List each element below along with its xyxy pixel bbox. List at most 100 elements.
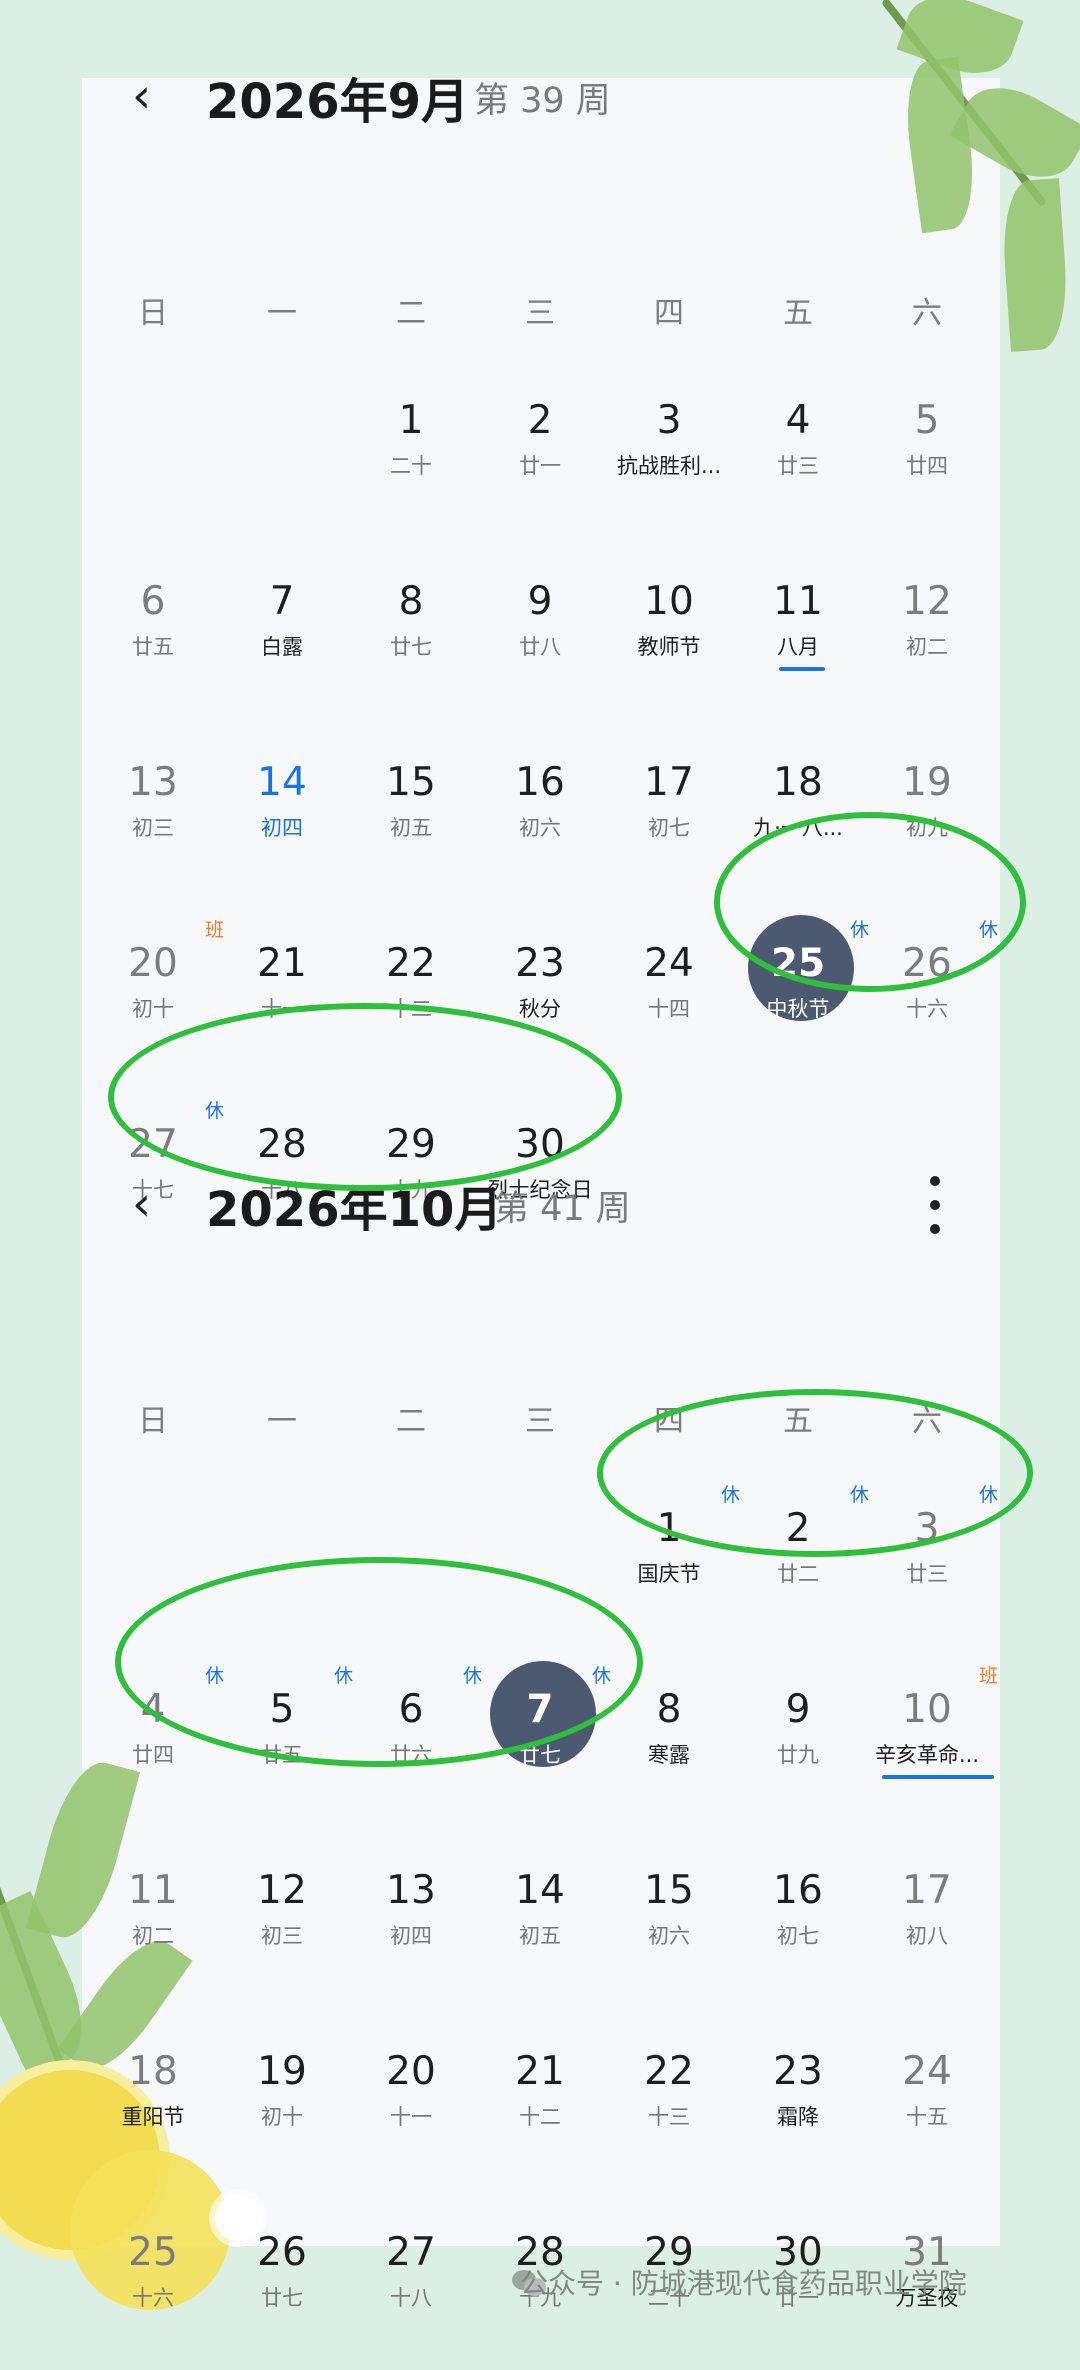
lunar-label: 初二 (906, 635, 948, 659)
day-cell[interactable]: 15 初六 (604, 1868, 734, 2008)
day-number: 2 (527, 398, 553, 443)
day-cell[interactable]: 9 廿九 (733, 1687, 863, 1827)
lunar-label: 廿九 (777, 1743, 819, 1767)
weekday-header: 三 (525, 296, 555, 331)
day-cell[interactable]: 17 初八 (862, 1868, 992, 2008)
lunar-label: 廿三 (906, 1562, 948, 1586)
lunar-label: 十一 (390, 2105, 432, 2129)
lunar-label: 十二 (519, 2105, 561, 2129)
week-number-label: 第 41 周 (494, 1189, 631, 1229)
highlight-annotation-ring (108, 1003, 622, 1191)
day-number: 18 (128, 2049, 178, 2094)
weekday-header: 一 (267, 1404, 297, 1439)
day-number: 9 (527, 579, 553, 624)
back-chevron-icon[interactable]: ‹ (132, 68, 151, 124)
day-number: 11 (128, 1868, 178, 1913)
lunar-label: 八月 (777, 635, 819, 659)
month-header: ‹ 2026年9月第 39 周 (0, 58, 1080, 138)
day-cell[interactable]: 17 初七 (604, 760, 734, 900)
lunar-label: 初六 (519, 816, 561, 840)
day-number: 18 (773, 760, 823, 805)
lunar-label: 廿五 (132, 635, 174, 659)
more-options-icon[interactable] (925, 1176, 945, 1236)
lunar-label: 抗战胜利... (616, 454, 722, 478)
lunar-label: 十六 (906, 997, 948, 1021)
day-cell[interactable]: 25 十六 (88, 2230, 218, 2370)
day-cell[interactable]: 1 二十 (346, 398, 476, 538)
day-cell[interactable]: 12 初二 (862, 579, 992, 719)
day-number: 1 (398, 398, 424, 443)
lunar-label: 初五 (390, 816, 432, 840)
weekday-header: 四 (654, 296, 684, 331)
day-number: 16 (515, 760, 565, 805)
day-cell[interactable]: 7 白露 (217, 579, 347, 719)
day-number: 14 (257, 760, 307, 805)
day-cell[interactable]: 13 初四 (346, 1868, 476, 2008)
day-cell[interactable]: 3 抗战胜利... (604, 398, 734, 538)
day-cell[interactable]: 6 廿五 (88, 579, 218, 719)
month-header: ‹ 2026年10月第 41 周 (0, 1166, 1080, 1246)
lunar-label: 十八 (390, 2286, 432, 2310)
day-number: 12 (257, 1868, 307, 1913)
day-number: 8 (398, 579, 424, 624)
lunar-label: 初七 (648, 816, 690, 840)
day-cell[interactable]: 21 十二 (475, 2049, 605, 2189)
day-cell[interactable]: 8 廿七 (346, 579, 476, 719)
day-number: 17 (902, 1868, 952, 1913)
week-number-label: 第 39 周 (474, 81, 611, 121)
lunar-label: 初六 (648, 1924, 690, 1948)
day-cell[interactable]: 24 十五 (862, 2049, 992, 2189)
day-cell[interactable]: 10 辛亥革命... 班 (862, 1665, 998, 1827)
day-cell[interactable]: 14 初五 (475, 1868, 605, 2008)
day-cell[interactable]: 16 初七 (733, 1868, 863, 2008)
day-cell[interactable]: 5 廿四 (862, 398, 992, 538)
day-cell[interactable]: 26 廿七 (217, 2230, 347, 2370)
day-cell[interactable]: 11 八月 (733, 579, 863, 719)
day-cell[interactable]: 4 廿三 (733, 398, 863, 538)
workday-badge: 班 (978, 1665, 998, 1687)
day-number: 22 (644, 2049, 694, 2094)
lunar-label: 初十 (261, 2105, 303, 2129)
day-number: 5 (914, 398, 940, 443)
day-number: 21 (515, 2049, 565, 2094)
day-number: 24 (644, 941, 694, 986)
day-cell[interactable]: 14 初四 (217, 760, 347, 900)
lunar-label: 教师节 (637, 635, 701, 659)
day-cell[interactable]: 2 廿一 (475, 398, 605, 538)
day-cell[interactable]: 16 初六 (475, 760, 605, 900)
lunar-label: 十四 (648, 997, 690, 1021)
day-number: 26 (257, 2230, 307, 2275)
day-cell[interactable]: 12 初三 (217, 1868, 347, 2008)
day-cell[interactable]: 15 初五 (346, 760, 476, 900)
day-cell[interactable]: 11 初二 (88, 1868, 218, 2008)
day-cell[interactable]: 24 十四 (604, 941, 734, 1081)
lunar-label: 初八 (906, 1924, 948, 1948)
lunar-label: 辛亥革命... (874, 1743, 980, 1767)
day-cell[interactable]: 8 寒露 (604, 1687, 734, 1827)
lunar-label: 十五 (906, 2105, 948, 2129)
lunar-label: 廿三 (777, 454, 819, 478)
lunar-label: 初四 (390, 1924, 432, 1948)
day-number: 6 (140, 579, 166, 624)
day-number: 11 (773, 579, 823, 624)
lunar-label: 二十 (390, 454, 432, 478)
day-cell[interactable]: 19 初十 (217, 2049, 347, 2189)
weekday-header: 二 (396, 1404, 426, 1439)
day-cell[interactable]: 9 廿八 (475, 579, 605, 719)
back-chevron-icon[interactable]: ‹ (132, 1176, 151, 1232)
day-cell[interactable]: 23 霜降 (733, 2049, 863, 2189)
lunar-label: 重阳节 (121, 2105, 185, 2129)
lunar-label: 中秋节 (766, 997, 830, 1021)
lunar-label: 廿八 (519, 635, 561, 659)
day-cell[interactable]: 27 十八 (346, 2230, 476, 2370)
weekday-header: 三 (525, 1404, 555, 1439)
day-cell[interactable]: 18 重阳节 (88, 2049, 218, 2189)
day-cell[interactable]: 13 初三 (88, 760, 218, 900)
footer-caption: 公众号 · 防城港现代食药品职业学院 (520, 2267, 967, 2300)
day-number: 15 (386, 760, 436, 805)
day-number: 19 (902, 760, 952, 805)
day-cell[interactable]: 20 十一 (346, 2049, 476, 2189)
day-cell[interactable]: 22 十三 (604, 2049, 734, 2189)
lunar-label: 廿二 (777, 1562, 819, 1586)
day-cell[interactable]: 10 教师节 (604, 579, 734, 719)
